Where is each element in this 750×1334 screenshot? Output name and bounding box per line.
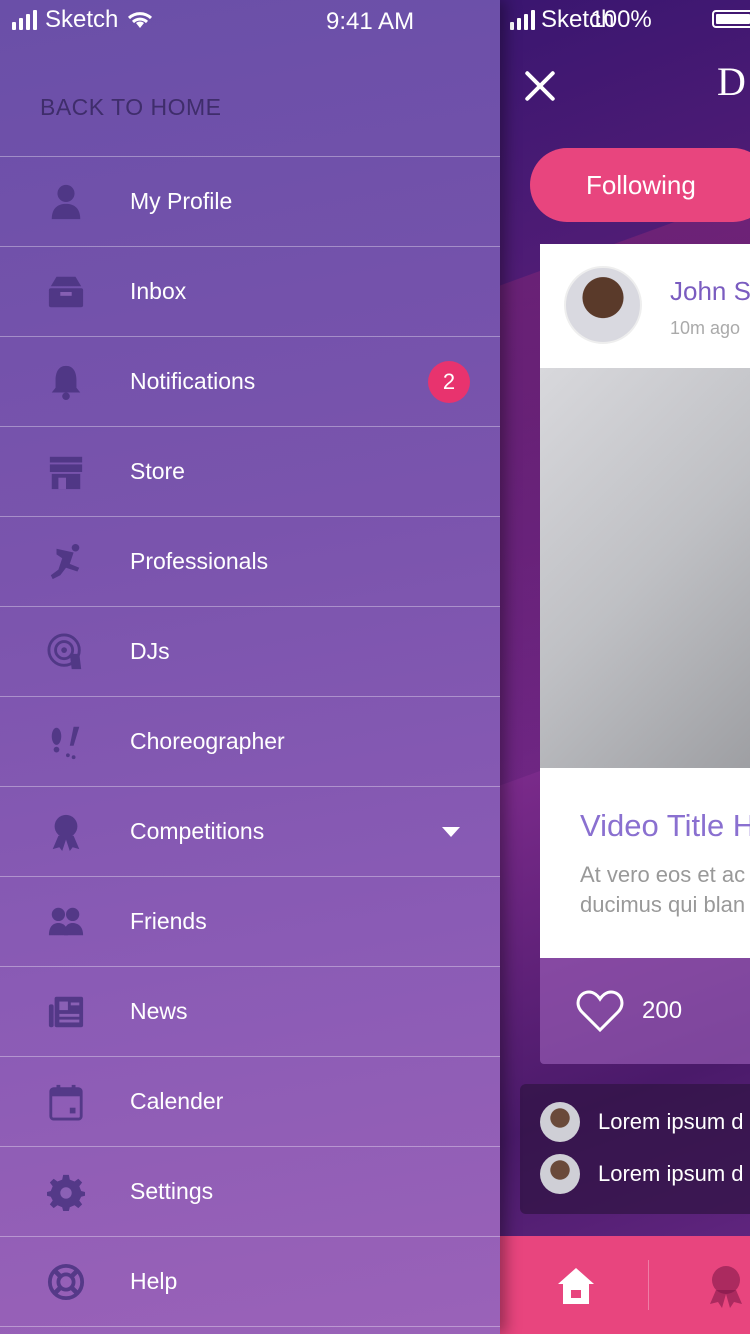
post-username[interactable]: John S <box>670 276 750 307</box>
menu-item-label: DJs <box>130 638 170 664</box>
signal-icon <box>12 10 37 30</box>
menu-item-calender[interactable]: Calender <box>0 1056 500 1146</box>
menu-item-label: Choreographer <box>130 728 285 754</box>
post-time: 10m ago <box>670 318 741 338</box>
post-card[interactable]: John S 10m ago Video Title H At vero eos… <box>540 244 750 958</box>
user-icon <box>46 183 86 221</box>
menu-item-store[interactable]: Store <box>0 426 500 516</box>
carrier-label: Sketch <box>45 6 119 33</box>
following-button[interactable]: Following <box>530 148 750 222</box>
signal-icon <box>510 10 535 30</box>
menu-item-label: Inbox <box>130 278 187 304</box>
video-thumbnail[interactable] <box>540 368 750 768</box>
comment-text: Lorem ipsum d <box>598 1161 744 1186</box>
store-icon <box>46 453 86 491</box>
back-to-home-link[interactable]: BACK TO HOME <box>40 94 222 121</box>
avatar[interactable] <box>564 266 642 344</box>
gear-icon <box>46 1173 86 1211</box>
menu-item-label: Friends <box>130 908 207 934</box>
battery-icon <box>712 10 750 28</box>
footsteps-icon <box>46 723 86 761</box>
side-drawer: Sketch 9:41 AM BACK TO HOME My Profile I… <box>0 0 500 1334</box>
menu-item-label: Professionals <box>130 548 269 574</box>
status-bar: Sketch 9:41 AM <box>0 0 500 44</box>
notification-badge: 2 <box>428 361 470 403</box>
menu-item-label: Competitions <box>130 818 265 844</box>
like-count: 200 <box>642 997 683 1024</box>
avatar <box>540 1102 580 1142</box>
menu-item-label: My Profile <box>130 188 233 214</box>
turntable-icon <box>46 633 86 671</box>
menu-item-choreographer[interactable]: Choreographer <box>0 696 500 786</box>
inbox-icon <box>46 273 86 311</box>
wifi-icon <box>128 12 153 28</box>
drawer-menu: My Profile Inbox Notifications 2 Store P… <box>0 156 500 1327</box>
app-logo: D <box>717 59 746 104</box>
close-icon[interactable] <box>522 68 558 104</box>
award-icon[interactable] <box>706 1264 746 1308</box>
menu-item-news[interactable]: News <box>0 966 500 1056</box>
menu-item-label: Calender <box>130 1088 224 1114</box>
status-bar-right: Sketch 100% <box>510 6 652 34</box>
heart-icon[interactable] <box>576 990 624 1032</box>
menu-item-inbox[interactable]: Inbox <box>0 246 500 336</box>
menu-item-settings[interactable]: Settings <box>0 1146 500 1236</box>
avatar <box>540 1154 580 1194</box>
menu-item-label: News <box>130 998 188 1024</box>
menu-item-label: Store <box>130 458 185 484</box>
video-title[interactable]: Video Title H <box>580 808 750 844</box>
calendar-icon <box>46 1083 86 1121</box>
menu-item-label: Settings <box>130 1178 214 1204</box>
video-description-line: At vero eos et ac <box>580 862 746 887</box>
battery-percent: 100% <box>590 6 652 33</box>
video-description-line: ducimus qui blan <box>580 892 746 917</box>
award-icon <box>46 813 86 851</box>
menu-item-professionals[interactable]: Professionals <box>0 516 500 606</box>
friends-icon <box>46 903 86 941</box>
tab-bar <box>500 1236 750 1334</box>
list-item[interactable]: Lorem ipsum d <box>540 1154 744 1194</box>
menu-item-my-profile[interactable]: My Profile <box>0 156 500 246</box>
menu-item-friends[interactable]: Friends <box>0 876 500 966</box>
menu-item-competitions[interactable]: Competitions <box>0 786 500 876</box>
dancer-icon <box>46 543 86 581</box>
chevron-down-icon[interactable] <box>442 827 460 837</box>
comment-text: Lorem ipsum d <box>598 1109 744 1134</box>
status-time: 9:41 AM <box>326 8 415 35</box>
video-description: At vero eos et ac ducimus qui blan <box>580 860 745 920</box>
menu-item-djs[interactable]: DJs <box>0 606 500 696</box>
like-control[interactable]: 200 <box>576 990 682 1032</box>
list-item[interactable]: Lorem ipsum d <box>540 1102 744 1142</box>
menu-item-label: Help <box>130 1268 178 1294</box>
menu-item-label: Notifications <box>130 368 256 394</box>
comments-preview[interactable]: Lorem ipsum d Lorem ipsum d <box>520 1084 750 1214</box>
tab-divider <box>648 1260 649 1310</box>
menu-item-notifications[interactable]: Notifications 2 <box>0 336 500 426</box>
lifebuoy-icon <box>46 1263 86 1301</box>
menu-item-help[interactable]: Help <box>0 1236 500 1327</box>
home-icon[interactable] <box>556 1266 596 1306</box>
feed-screen: Sketch 100% D Following John S 10m ago V… <box>500 0 750 1334</box>
bell-icon <box>46 363 86 401</box>
newspaper-icon <box>46 993 86 1031</box>
